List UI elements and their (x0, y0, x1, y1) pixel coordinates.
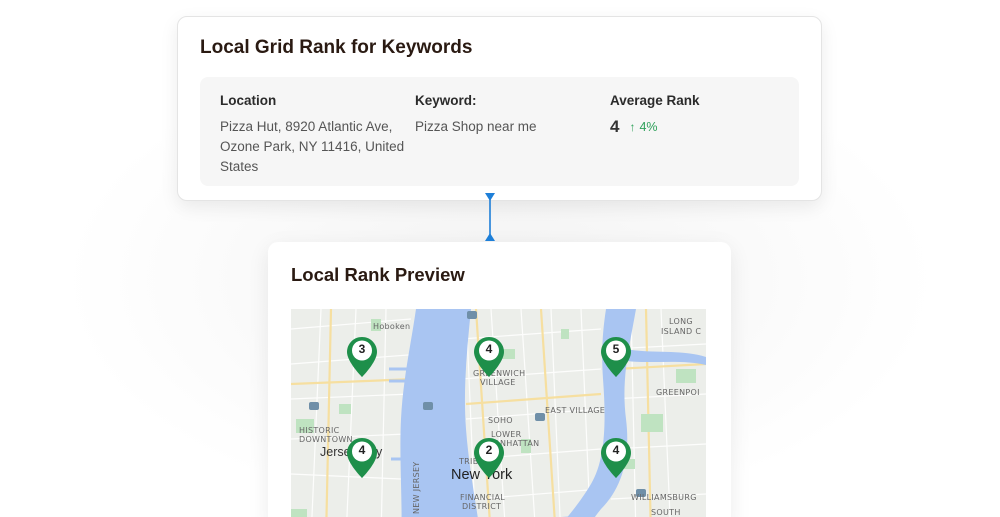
local-rank-preview-card: Local Rank Preview Hoboken GREENWICH VIL… (268, 242, 731, 517)
pin-rank-label: 3 (358, 342, 366, 356)
rank-pin[interactable]: 2 (473, 437, 507, 481)
map-label-downtown: DOWNTOWN (299, 435, 353, 444)
map-label-soho: SOHO (488, 416, 513, 425)
keyword-column: Keyword: Pizza Shop near me (415, 93, 600, 137)
pin-rank-label: 2 (485, 443, 493, 457)
location-value: Pizza Hut, 8920 Atlantic Ave, Ozone Park… (220, 119, 405, 174)
rank-info-panel: Location Pizza Hut, 8920 Atlantic Ave, O… (200, 77, 799, 186)
rank-change-badge: ↑ 4% (629, 120, 657, 134)
grid-rank-title: Local Grid Rank for Keywords (200, 37, 473, 58)
pin-rank-label: 4 (612, 443, 620, 457)
map-label-east-village: EAST VILLAGE (545, 406, 606, 415)
pin-rank-label: 4 (358, 443, 366, 457)
rank-change-value: 4% (639, 120, 658, 134)
pin-rank-label: 4 (485, 342, 493, 356)
pin-rank-label: 5 (612, 342, 620, 356)
map-label-williamsburg: WILLIAMSBURG (631, 493, 697, 502)
average-rank-value: 4 (610, 117, 620, 136)
map-label-district: DISTRICT (462, 502, 502, 511)
location-label: Location (220, 93, 277, 108)
map-label-historic: HISTORIC (299, 426, 340, 435)
map-label-financial: FINANCIAL (460, 493, 505, 502)
rank-pin[interactable]: 4 (346, 437, 380, 481)
grid-rank-card: Local Grid Rank for Keywords Location Pi… (177, 16, 822, 201)
map-label-new-jersey: NEW JERSEY (412, 461, 421, 514)
rank-pin[interactable]: 4 (473, 336, 507, 380)
local-rank-preview-title: Local Rank Preview (291, 264, 465, 285)
average-rank-label: Average Rank (610, 93, 700, 108)
arrow-up-icon: ↑ (629, 120, 636, 134)
average-rank-row: 4 ↑ 4% (610, 117, 790, 137)
map-label-hoboken: Hoboken (373, 322, 411, 331)
map-label-long: LONG (669, 317, 693, 326)
rank-pin[interactable]: 4 (600, 437, 634, 481)
keyword-label: Keyword: (415, 93, 477, 108)
connector-line (485, 193, 495, 241)
map-label-island-city: ISLAND C (661, 327, 702, 336)
map-label-greenpoint: GREENPOI (656, 388, 700, 397)
rank-pin[interactable]: 3 (346, 336, 380, 380)
keyword-value: Pizza Shop near me (415, 119, 537, 134)
location-column: Location Pizza Hut, 8920 Atlantic Ave, O… (220, 93, 405, 177)
rank-map[interactable]: Hoboken GREENWICH VILLAGE LONG ISLAND C … (291, 309, 706, 517)
rank-pin[interactable]: 5 (600, 336, 634, 380)
map-label-south: SOUTH (651, 508, 681, 517)
average-rank-column: Average Rank 4 ↑ 4% (610, 93, 790, 137)
